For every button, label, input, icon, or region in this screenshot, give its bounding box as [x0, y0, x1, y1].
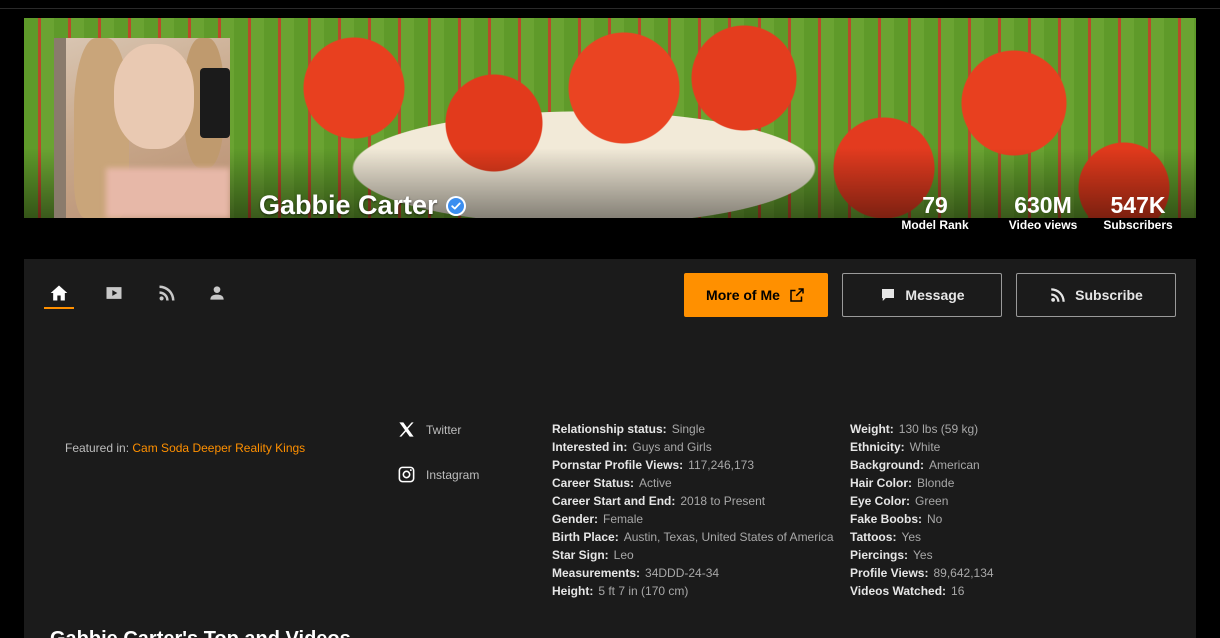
info-row: Profile Views: 89,642,134	[850, 566, 994, 580]
x-twitter-icon	[399, 422, 414, 437]
info-row: Measurements: 34DDD-24-34	[552, 566, 720, 580]
verified-badge-icon	[445, 195, 466, 216]
instagram-icon	[398, 466, 415, 483]
stat-subscribers: 547K Subscribers	[1103, 192, 1172, 232]
featured-link-reality-kings[interactable]: Reality Kings	[235, 441, 305, 455]
featured-in: Featured in: Cam Soda Deeper Reality Kin…	[65, 441, 305, 455]
info-row: Piercings: Yes	[850, 548, 933, 562]
info-row: Ethnicity: White	[850, 440, 941, 454]
avatar[interactable]	[54, 38, 230, 218]
info-row: Tattoos: Yes	[850, 530, 922, 544]
active-tab-indicator	[44, 307, 74, 309]
user-icon[interactable]	[206, 282, 228, 304]
more-of-me-label: More of Me	[706, 287, 780, 303]
info-row: Relationship status: Single	[552, 422, 706, 436]
stat-value: 79	[922, 192, 948, 218]
info-row: Background: American	[850, 458, 980, 472]
subscribe-label: Subscribe	[1075, 287, 1143, 303]
profile-name-text: Gabbie Carter	[259, 190, 438, 220]
external-link-icon	[790, 288, 804, 302]
info-row: Hair Color: Blonde	[850, 476, 955, 490]
stat-label: Subscribers	[1103, 218, 1173, 232]
info-row: Pornstar Profile Views: 117,246,173	[552, 458, 754, 472]
stat-video-views: 630M Video views	[1009, 192, 1077, 232]
chat-bubble-icon	[882, 289, 895, 301]
info-row: Fake Boobs: No	[850, 512, 943, 526]
stat-label: Video views	[1008, 218, 1078, 232]
info-row: Eye Color: Green	[850, 494, 949, 508]
section-title: Gabbie Carter's Top and Videos	[50, 628, 351, 638]
subscribe-button[interactable]: Subscribe	[1016, 273, 1176, 317]
info-row: Career Status: Active	[552, 476, 672, 490]
info-column-2: Weight: 130 lbs (59 kg) Ethnicity: White B…	[850, 420, 994, 600]
featured-link-deeper[interactable]: Deeper	[192, 441, 231, 455]
rss-icon	[1051, 288, 1065, 302]
profile-name: Gabbie Carter	[259, 190, 466, 221]
twitter-label: Twitter	[426, 422, 462, 437]
instagram-link[interactable]: Instagram	[397, 465, 479, 484]
stat-model-rank: 79 Model Rank	[901, 192, 968, 232]
info-row: Height: 5 ft 7 in (170 cm)	[552, 584, 689, 598]
stat-value: 547K	[1110, 192, 1166, 218]
stat-label: Model Rank	[901, 218, 969, 232]
twitter-link[interactable]: Twitter	[397, 420, 461, 439]
home-icon[interactable]	[48, 282, 70, 304]
info-row: Gender: Female	[552, 512, 644, 526]
message-label: Message	[905, 287, 965, 303]
info-row: Videos Watched: 16	[850, 584, 965, 598]
video-icon[interactable]	[103, 282, 125, 304]
info-row: Birth Place: Austin, Texas, United States…	[552, 530, 834, 544]
featured-link-cam-soda[interactable]: Cam Soda	[132, 441, 189, 455]
instagram-label: Instagram	[426, 467, 480, 482]
message-button[interactable]: Message	[842, 273, 1002, 317]
info-column-1: Relationship status: Single Interested in…	[552, 420, 834, 600]
stat-value: 630M	[1014, 192, 1072, 218]
info-row: Weight: 130 lbs (59 kg)	[850, 422, 979, 436]
info-row: Career Start and End: 2018 to Present	[552, 494, 766, 508]
info-row: Interested in: Guys and Girls	[552, 440, 712, 454]
top-divider	[0, 8, 1220, 9]
more-of-me-button[interactable]: More of Me	[684, 273, 828, 317]
info-row: Star Sign: Leo	[552, 548, 634, 562]
censor-blur	[106, 168, 230, 218]
featured-prefix: Featured in:	[65, 441, 130, 455]
feed-icon[interactable]	[156, 282, 178, 304]
